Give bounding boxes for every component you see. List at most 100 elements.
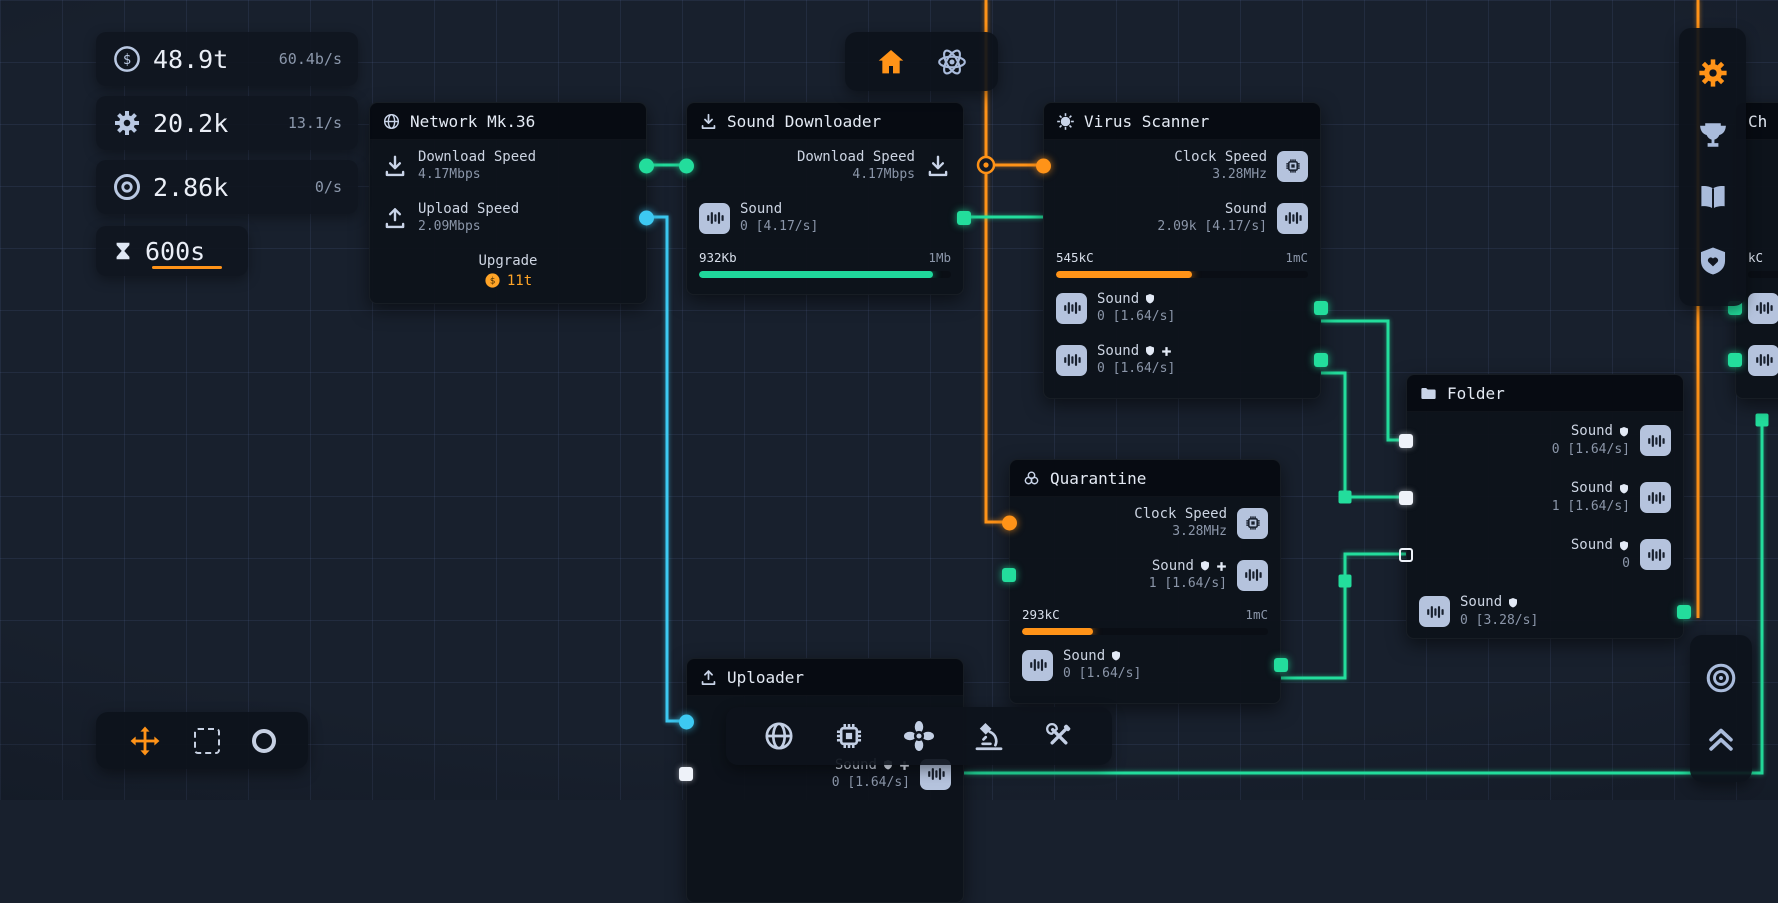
row-label: Sound [1571,424,1613,439]
input-port[interactable] [679,767,693,781]
downloader-progress: 932Kb 1Mb [687,244,963,282]
sound-icon[interactable] [1640,425,1671,456]
research-atom-icon[interactable] [936,46,968,78]
chip-icon[interactable] [1277,151,1308,182]
node-network-header[interactable]: Network Mk.36 [370,103,646,140]
sound-icon[interactable] [1640,539,1671,570]
node-sound-downloader[interactable]: Sound Downloader Download Speed 4.17Mbps… [686,102,964,295]
node-title: Virus Scanner [1084,112,1209,131]
input-port[interactable] [1728,353,1742,367]
node-title: Sound Downloader [727,112,881,131]
row-value: 0 [1.64/s] [832,776,910,790]
downloader-speed-row: Download Speed 4.17Mbps [687,140,963,192]
row-label: Sound [1097,292,1139,307]
sound-icon[interactable] [1277,203,1308,234]
wire-junction-square[interactable] [1339,575,1352,588]
input-port[interactable] [679,159,694,174]
output-port[interactable] [1677,605,1691,619]
sound-icon[interactable] [1022,650,1053,681]
row-value: 3.28MHz [1212,168,1267,182]
sound-icon[interactable] [1056,345,1087,376]
row-label: Clock Speed [1174,150,1267,165]
row-value: 1 [1.64/s] [1552,500,1630,514]
node-quarantine[interactable]: Quarantine Clock Speed 3.28MHz Sound 1 [… [1009,459,1281,704]
row-value: 0 [4.17/s] [740,220,818,234]
output-port[interactable] [1274,658,1288,672]
node-network[interactable]: Network Mk.36 Download Speed 4.17Mbps Up… [369,102,647,304]
disc-icon [112,172,142,202]
row-label: Upload Speed [418,202,519,217]
node-sound-downloader-header[interactable]: Sound Downloader [687,103,963,140]
shield-heart-icon[interactable] [1696,244,1730,278]
target-icon[interactable] [1704,661,1738,695]
output-port-download[interactable] [639,159,654,174]
wire-junction-square[interactable] [1756,414,1769,427]
biohazard-icon [1022,469,1041,488]
right-sidebar [1679,28,1746,306]
shield-icon [1507,597,1519,609]
node-uploader[interactable]: Uploader Sound 0 [1.64/s] [686,658,964,903]
node-title: Quarantine [1050,469,1146,488]
node-virus-scanner[interactable]: Virus Scanner Clock Speed 3.28MHz Sound … [1043,102,1321,399]
cpu-chip-icon[interactable] [832,719,866,753]
sound-icon[interactable] [699,203,730,234]
virus-plus-icon [1161,346,1172,357]
sound-icon[interactable] [1419,596,1450,627]
row-value: 2.09k [4.17/s] [1157,220,1267,234]
sound-icon[interactable] [1056,293,1087,324]
box-select-tool-icon[interactable] [194,728,220,754]
row-label: Sound [740,202,782,217]
output-port-upload[interactable] [639,211,654,226]
input-port[interactable] [1399,434,1413,448]
input-port[interactable] [1399,491,1413,505]
fan-cooling-icon[interactable] [902,719,936,753]
sound-icon[interactable] [1748,345,1778,376]
move-tool-icon[interactable] [128,724,162,758]
quarantine-sound-input-row: Sound 1 [1.64/s] [1010,549,1280,601]
trophy-icon[interactable] [1696,119,1730,153]
progress-max: 1mC [1245,607,1268,622]
row-value: 0 [1.64/s] [1097,310,1175,324]
wire-junction-square[interactable] [1339,491,1352,504]
node-folder[interactable]: Folder Sound 0 [1.64/s] Sound 1 [1.64/s] [1406,374,1684,639]
sound-icon[interactable] [1640,482,1671,513]
upload-icon [699,668,718,687]
node-uploader-header[interactable]: Uploader [687,659,963,696]
node-title: Ch [1748,112,1767,131]
double-chevron-up-icon[interactable] [1704,722,1738,756]
cores-value: 2.86k [153,173,228,202]
ring-tool-icon[interactable] [252,729,276,753]
row-label: Clock Speed [1134,507,1227,522]
sound-icon[interactable] [1237,560,1268,591]
node-quarantine-header[interactable]: Quarantine [1010,460,1280,497]
input-port-clock[interactable] [1002,516,1017,531]
wire-quarantine-to-folder [1281,554,1406,678]
output-port[interactable] [1314,301,1328,315]
money-rate: 60.4b/s [279,50,342,68]
input-port-disconnected[interactable] [1399,548,1413,562]
chip-icon[interactable] [1237,508,1268,539]
tools-crossed-icon[interactable] [1042,719,1076,753]
output-port[interactable] [957,211,971,225]
microscope-research-icon[interactable] [972,719,1006,753]
globe-network-icon[interactable] [762,719,796,753]
timer-progress-underline [152,266,222,269]
node-virus-scanner-header[interactable]: Virus Scanner [1044,103,1320,140]
row-value: 3.28MHz [1172,525,1227,539]
book-icon[interactable] [1696,181,1730,215]
upgrade-cost: 11t [507,273,532,289]
clipped-output-row-2 [1736,334,1778,386]
hourglass-icon [112,239,134,263]
input-port[interactable] [1002,568,1016,582]
node-folder-header[interactable]: Folder [1407,375,1683,412]
top-dock [845,32,998,91]
bottom-left-toolbar [96,712,308,769]
node-title: Uploader [727,668,804,687]
output-port[interactable] [1314,353,1328,367]
settings-gear-icon[interactable] [1696,56,1730,90]
home-icon[interactable] [875,46,907,78]
sound-icon[interactable] [1748,293,1778,324]
input-port-clock[interactable] [1036,159,1051,174]
upgrade-button[interactable]: Upgrade $ 11t [370,244,646,301]
input-port[interactable] [679,715,694,730]
